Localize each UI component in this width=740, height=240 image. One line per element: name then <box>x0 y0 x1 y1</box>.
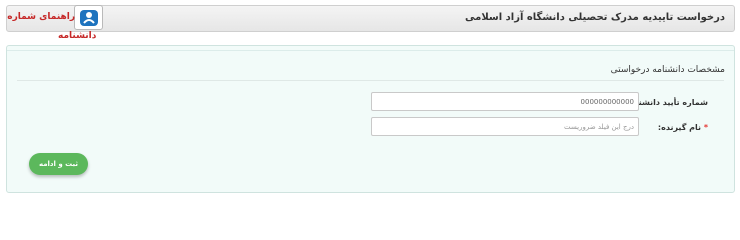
guide-link-continued[interactable]: دانشنامه <box>58 31 96 41</box>
recipient-name-label: * نام گیرنده: <box>658 123 708 132</box>
required-mark: * <box>703 123 708 132</box>
recipient-name-input[interactable] <box>371 117 639 136</box>
certificate-number-input[interactable] <box>371 92 639 111</box>
recipient-name-label-text: نام گیرنده: <box>657 123 702 132</box>
page-title: درخواست تاییدیه مدرک تحصیلی دانشگاه آزاد… <box>465 12 725 23</box>
page-header: درخواست تاییدیه مدرک تحصیلی دانشگاه آزاد… <box>6 5 735 32</box>
guide-button[interactable] <box>74 5 103 30</box>
submit-continue-button[interactable]: ثبت و ادامه <box>29 153 88 175</box>
help-guide-icon <box>80 10 98 26</box>
section-title: مشخصات دانشنامه درخواستی <box>610 65 725 75</box>
guide-link[interactable]: راهنمای شماره <box>7 12 75 22</box>
form-panel: مشخصات دانشنامه درخواستی شماره تأیید دان… <box>6 45 735 193</box>
section-divider <box>17 80 724 81</box>
panel-top-divider <box>7 50 734 51</box>
